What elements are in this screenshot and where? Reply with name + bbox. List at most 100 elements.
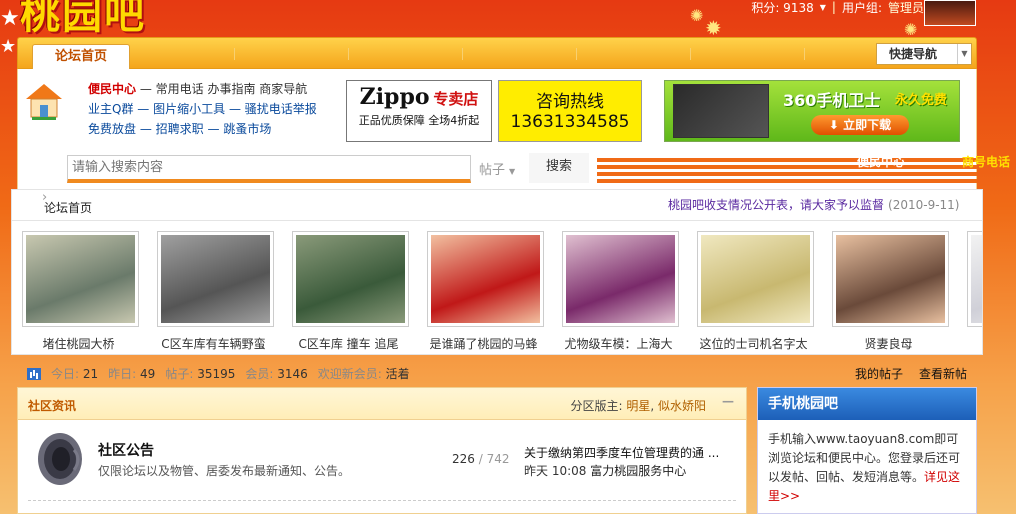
nav-divider <box>804 48 805 60</box>
members-value: 3146 <box>277 367 308 381</box>
moderator-link[interactable]: 似水娇阳 <box>658 399 706 413</box>
thumbnail-image <box>566 235 675 323</box>
breadcrumb: › 论坛首页 桃园吧收支情况公开表，请大家予以监督 (2010-9-11) <box>11 189 983 221</box>
festive-banner: 桃园吧 ★ ★ ✺ ✹ ✺ 积分: 9138 ▼ | 用户组: 管理员 <box>0 0 1016 57</box>
gallery-caption[interactable]: C区车库有车辆野蛮 <box>155 335 272 352</box>
stats-row: 今日: 21 昨日: 49 帖子: 35195 会员: 3146 欢迎新会员: … <box>11 357 983 383</box>
tab-forum-home[interactable]: 论坛首页 <box>32 44 130 70</box>
thumbnail-image <box>836 235 945 323</box>
new-member-label: 欢迎新会员: <box>317 367 382 381</box>
gallery-caption[interactable]: 贤妻良母 <box>830 335 947 352</box>
section-title[interactable]: 社区资讯 <box>28 397 76 414</box>
gallery-caption[interactable]: C区车库 撞车 追尾 <box>290 335 407 352</box>
zippo-ad-banner[interactable]: Zippo 专卖店 正品优质保障 全场4折起 <box>346 80 492 142</box>
scrolling-ticker[interactable]: 商号电话 <box>962 153 1010 170</box>
points-label[interactable]: 积分: 9138 <box>751 0 813 16</box>
mobile-promo-box: 手机桃园吧 手机输入www.taoyuan8.com即可浏览论坛和便民中心。您登… <box>757 387 977 514</box>
download-button[interactable]: ⬇ 立即下载 <box>811 115 909 135</box>
gallery-caption[interactable]: 是谁踊了桃园的马蜂 <box>425 335 542 352</box>
scrolling-ticker[interactable]: 便民中心 <box>857 153 905 170</box>
search-button[interactable]: 搜索 <box>529 153 589 183</box>
hotline-number: 13631334585 <box>510 112 630 132</box>
nav-divider <box>234 48 235 60</box>
gallery-thumbnail[interactable] <box>427 231 544 327</box>
hotline-ad-banner[interactable]: 咨询热线 13631334585 <box>498 80 642 142</box>
chevron-down-icon[interactable]: ▼ <box>820 3 826 12</box>
service-links: 便民中心 — 常用电话 办事指南 商家导航 业主Q群 — 图片缩小工具 — 骚扰… <box>88 82 317 136</box>
gallery-thumbnail[interactable] <box>697 231 814 327</box>
gallery-thumbnail[interactable] <box>562 231 679 327</box>
forum-section-header: 社区资讯 分区版主: 明星, 似水娇阳 — <box>18 388 746 420</box>
last-post-meta: 昨天 10:08 富力桃园服务中心 <box>524 462 686 479</box>
spam-call-report-link[interactable]: 骚扰电话举报 <box>245 102 317 116</box>
view-new-posts-link[interactable]: 查看新帖 <box>919 365 967 382</box>
free-listing-link[interactable]: 免费放盘 <box>88 122 136 136</box>
posts-label: 帖子: <box>165 367 194 381</box>
firework-decoration: ✺ <box>690 6 704 25</box>
quicknav-label: 快捷导航 <box>889 47 938 61</box>
today-value: 21 <box>82 367 99 381</box>
gallery-thumbnail[interactable] <box>157 231 274 327</box>
360-ad-banner[interactable]: 360手机卫士 永久免费 ⬇ 立即下载 <box>664 80 960 142</box>
main-frame: 论坛首页 快捷导航 ▼ 便民中心 — 常用电话 办事指南 商家导航 业主Q群 — <box>11 37 1010 514</box>
nav-bar: 论坛首页 快捷导航 ▼ <box>17 37 977 70</box>
gallery-thumbnail[interactable] <box>967 231 982 327</box>
forum-section: 社区资讯 分区版主: 明星, 似水娇阳 — 社区公告 仅限论坛以及物管、居委发布… <box>17 387 747 514</box>
star-decoration: ★ <box>0 6 20 31</box>
forum-name[interactable]: 社区公告 <box>98 440 154 460</box>
bar-chart-icon <box>27 367 41 380</box>
usergroup-value[interactable]: 管理员 <box>888 0 924 16</box>
download-icon: ⬇ <box>828 118 844 132</box>
gallery-thumbnail[interactable] <box>832 231 949 327</box>
last-post-time[interactable]: 昨天 10:08 <box>524 464 586 478</box>
qq-group-link[interactable]: 业主Q群 <box>88 102 133 116</box>
mobile-promo-title: 手机桃园吧 <box>758 388 976 420</box>
gallery-thumbnail[interactable] <box>292 231 409 327</box>
announcement-link[interactable]: 桃园吧收支情况公开表，请大家予以监督 (2010-9-11) <box>668 196 959 213</box>
collapse-icon[interactable]: — <box>722 394 736 408</box>
gallery-caption[interactable]: 尤物级车模：上海大 <box>560 335 677 352</box>
forum-stats: 今日: 21 昨日: 49 帖子: 35195 会员: 3146 欢迎新会员: … <box>27 365 410 382</box>
zippo-subtitle: 正品优质保障 全场4折起 <box>358 114 480 127</box>
jobs-link[interactable]: 招聘求职 <box>156 122 204 136</box>
gallery-caption[interactable]: 这位的士司机名字太 <box>695 335 812 352</box>
last-post-title[interactable]: 关于缴纳第四季度车位管理费的通 ... <box>524 444 724 461</box>
yesterday-value: 49 <box>140 367 156 381</box>
my-posts-link[interactable]: 我的帖子 <box>855 365 903 382</box>
house-icon <box>26 84 62 120</box>
flea-market-link[interactable]: 跳蚤市场 <box>223 122 271 136</box>
zippo-store-label: 专卖店 <box>433 90 479 108</box>
nav-divider <box>690 48 691 60</box>
announcement-date: (2010-9-11) <box>888 198 960 212</box>
chevron-down-icon[interactable]: ▼ <box>957 44 971 64</box>
section-moderators: 分区版主: 明星, 似水娇阳 <box>570 399 706 413</box>
gallery-thumbnail[interactable] <box>22 231 139 327</box>
mobile-promo-body: 手机输入www.taoyuan8.com即可浏览论坛和便民中心。您登录后还可以发… <box>758 420 976 514</box>
speaker-icon[interactable] <box>30 430 88 488</box>
hotline-title: 咨询热线 <box>536 92 604 112</box>
search-type-select[interactable]: 帖子 ▼ <box>479 159 515 178</box>
forum-description: 仅限论坛以及物管、居委发布最新通知、公告。 <box>98 464 351 478</box>
gallery-caption[interactable]: 时代新 <box>965 335 982 352</box>
avatar[interactable] <box>924 0 976 26</box>
gallery-caption[interactable]: 堵住桃园大桥 <box>20 335 137 352</box>
360-free-label: 永久免费 <box>895 93 948 108</box>
new-member-link[interactable]: 活着 <box>386 367 410 381</box>
search-input[interactable] <box>67 155 471 183</box>
thumbnail-image <box>431 235 540 323</box>
moderators-label: 分区版主: <box>570 399 623 413</box>
last-post-author[interactable]: 富力桃园服务中心 <box>590 464 686 478</box>
nav-divider <box>462 48 463 60</box>
service-center-sublinks[interactable]: — 常用电话 办事指南 商家导航 <box>140 82 307 96</box>
service-center-link[interactable]: 便民中心 <box>88 82 136 96</box>
breadcrumb-home[interactable]: 论坛首页 <box>44 199 92 216</box>
thumbnail-image <box>701 235 810 323</box>
image-resize-tool-link[interactable]: 图片缩小工具 <box>153 102 225 116</box>
usergroup-label: 用户组: <box>841 0 882 15</box>
moderator-link[interactable]: 明星 <box>626 399 650 413</box>
quicknav-button[interactable]: 快捷导航 ▼ <box>876 43 972 65</box>
thumbnail-image <box>296 235 405 323</box>
thumbnail-image <box>26 235 135 323</box>
zippo-brand: Zippo <box>359 84 430 110</box>
site-logo[interactable]: 桃园吧 <box>20 0 146 40</box>
